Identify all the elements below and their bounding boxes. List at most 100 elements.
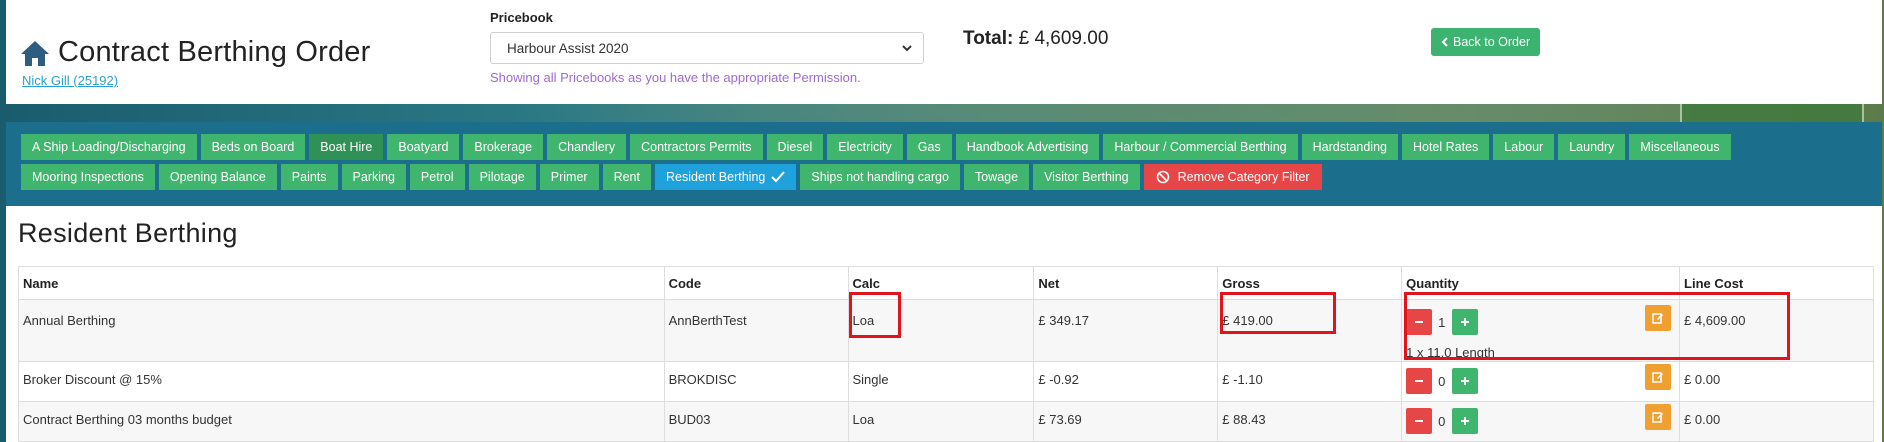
category-chip-label: Pilotage xyxy=(479,170,525,184)
category-chip-label: Beds on Board xyxy=(211,140,295,154)
cell-calc: Single xyxy=(847,361,1035,402)
minus-icon xyxy=(1415,380,1424,382)
category-chip-label: Primer xyxy=(550,170,588,184)
cell-line-cost: £ 0.00 xyxy=(1679,361,1874,402)
product-table: Name Code Calc Net Gross Quantity Line C… xyxy=(18,266,1874,442)
order-total: Total: £ 4,609.00 xyxy=(963,28,1108,50)
category-chip-visitor-berthing[interactable]: Visitor Berthing xyxy=(1033,164,1140,190)
edit-line-button[interactable] xyxy=(1645,404,1672,430)
category-chip-hardstanding[interactable]: Hardstanding xyxy=(1301,134,1398,160)
cell-line-cost: £ 4,609.00 xyxy=(1679,299,1874,362)
pricebook-label: Pricebook xyxy=(490,10,553,25)
category-chip-boatyard[interactable]: Boatyard xyxy=(387,134,460,160)
minus-icon xyxy=(1415,420,1424,422)
category-chip-label: Petrol xyxy=(420,170,454,184)
column-header-code: Code xyxy=(663,266,849,300)
category-chip-label: Opening Balance xyxy=(169,170,266,184)
cell-quantity: 0 xyxy=(1401,361,1681,402)
edit-line-button[interactable] xyxy=(1645,305,1672,331)
category-chip-contractors-permits[interactable]: Contractors Permits xyxy=(630,134,763,160)
customer-link[interactable]: Nick Gill (25192) xyxy=(22,73,370,88)
category-chip-pilotage[interactable]: Pilotage xyxy=(468,164,536,190)
increase-quantity-button[interactable] xyxy=(1452,368,1479,394)
category-chip-hotel-rates[interactable]: Hotel Rates xyxy=(1401,134,1490,160)
category-chip-rent[interactable]: Rent xyxy=(602,164,651,190)
pricebook-permission-note: Showing all Pricebooks as you have the a… xyxy=(490,70,861,85)
quantity-value: 0 xyxy=(1438,413,1446,429)
cell-calc: Loa xyxy=(847,299,1035,362)
category-chip-mooring-inspections[interactable]: Mooring Inspections xyxy=(21,164,155,190)
category-chip-parking[interactable]: Parking xyxy=(341,164,406,190)
quantity-value: 0 xyxy=(1438,373,1446,389)
category-chip-chandlery[interactable]: Chandlery xyxy=(547,134,627,160)
cell-net: £ -0.92 xyxy=(1033,361,1219,402)
remove-category-filter-button[interactable]: Remove Category Filter xyxy=(1143,164,1322,190)
increase-quantity-button[interactable] xyxy=(1452,309,1479,335)
table-row: Contract Berthing 03 months budget BUD03… xyxy=(18,401,1874,442)
category-chip-laundry[interactable]: Laundry xyxy=(1558,134,1626,160)
category-chip-diesel[interactable]: Diesel xyxy=(766,134,824,160)
cell-code: BROKDISC xyxy=(663,361,849,402)
cell-code: AnnBerthTest xyxy=(663,299,849,362)
cell-quantity: 1 1 x 11.0 Length xyxy=(1401,299,1681,362)
category-chip-boat-hire[interactable]: Boat Hire xyxy=(309,134,384,160)
category-chip-label: Hotel Rates xyxy=(1412,140,1479,154)
category-chip-petrol[interactable]: Petrol xyxy=(409,164,465,190)
table-row: Broker Discount @ 15% BROKDISC Single £ … xyxy=(18,361,1874,402)
table-header-row: Name Code Calc Net Gross Quantity Line C… xyxy=(18,266,1874,300)
order-header: Contract Berthing Order Nick Gill (25192… xyxy=(6,0,1882,104)
category-chip-a-ship-loading-discharging[interactable]: A Ship Loading/Discharging xyxy=(21,134,197,160)
cell-gross: £ 419.00 xyxy=(1217,299,1403,362)
cell-line-cost: £ 0.00 xyxy=(1679,401,1874,442)
category-chip-miscellaneous[interactable]: Miscellaneous xyxy=(1629,134,1731,160)
category-chip-handbook-advertising[interactable]: Handbook Advertising xyxy=(955,134,1100,160)
pricebook-group: Pricebook Harbour Assist 2020 Showing al… xyxy=(490,10,924,85)
category-chip-ships-not-handling-cargo[interactable]: Ships not handling cargo xyxy=(800,164,960,190)
category-chip-towage[interactable]: Towage xyxy=(963,164,1030,190)
column-header-gross: Gross xyxy=(1217,266,1403,300)
category-chip-label: A Ship Loading/Discharging xyxy=(32,140,186,154)
category-chip-label: Miscellaneous xyxy=(1640,140,1720,154)
back-to-order-button[interactable]: Back to Order xyxy=(1431,28,1541,56)
category-chip-paints[interactable]: Paints xyxy=(280,164,338,190)
cell-code: BUD03 xyxy=(663,401,849,442)
cell-quantity: 0 xyxy=(1401,401,1681,442)
decrease-quantity-button[interactable] xyxy=(1406,309,1433,335)
cell-name: Contract Berthing 03 months budget xyxy=(18,401,665,442)
chevron-down-icon xyxy=(902,45,912,52)
pricebook-select[interactable]: Harbour Assist 2020 xyxy=(490,32,924,64)
category-chip-label: Electricity xyxy=(838,140,892,154)
column-header-net: Net xyxy=(1033,266,1219,300)
category-chip-label: Rent xyxy=(613,170,640,184)
decrease-quantity-button[interactable] xyxy=(1406,408,1433,434)
category-chip-label: Mooring Inspections xyxy=(32,170,144,184)
decrease-quantity-button[interactable] xyxy=(1406,368,1433,394)
plus-icon xyxy=(1461,318,1470,326)
category-chip-electricity[interactable]: Electricity xyxy=(827,134,903,160)
category-chip-primer[interactable]: Primer xyxy=(539,164,599,190)
edit-line-button[interactable] xyxy=(1645,364,1672,390)
cell-net: £ 73.69 xyxy=(1033,401,1219,442)
category-chip-gas[interactable]: Gas xyxy=(906,134,952,160)
category-chip-label: Parking xyxy=(352,170,395,184)
category-chip-label: Visitor Berthing xyxy=(1044,170,1129,184)
plus-icon xyxy=(1461,417,1470,425)
total-label: Total: xyxy=(963,28,1014,49)
back-to-order-label: Back to Order xyxy=(1453,35,1531,49)
category-chip-harbour-commercial-berthing[interactable]: Harbour / Commercial Berthing xyxy=(1103,134,1298,160)
category-chip-label: Resident Berthing xyxy=(665,170,766,184)
column-header-name: Name xyxy=(18,266,665,300)
edit-icon xyxy=(1652,412,1664,423)
total-value: £ 4,609.00 xyxy=(1018,28,1109,49)
category-chip-resident-berthing[interactable]: Resident Berthing xyxy=(654,164,797,190)
category-chip-brokerage[interactable]: Brokerage xyxy=(463,134,544,160)
minus-icon xyxy=(1415,321,1424,323)
category-chip-opening-balance[interactable]: Opening Balance xyxy=(158,164,277,190)
category-chip-beds-on-board[interactable]: Beds on Board xyxy=(200,134,306,160)
table-row: Annual Berthing AnnBerthTest Loa £ 349.1… xyxy=(18,299,1874,362)
chevron-left-icon xyxy=(1441,37,1448,47)
increase-quantity-button[interactable] xyxy=(1452,408,1479,434)
quantity-value: 1 xyxy=(1438,314,1446,330)
category-chip-labour[interactable]: Labour xyxy=(1493,134,1555,160)
category-chip-label: Chandlery xyxy=(558,140,616,154)
